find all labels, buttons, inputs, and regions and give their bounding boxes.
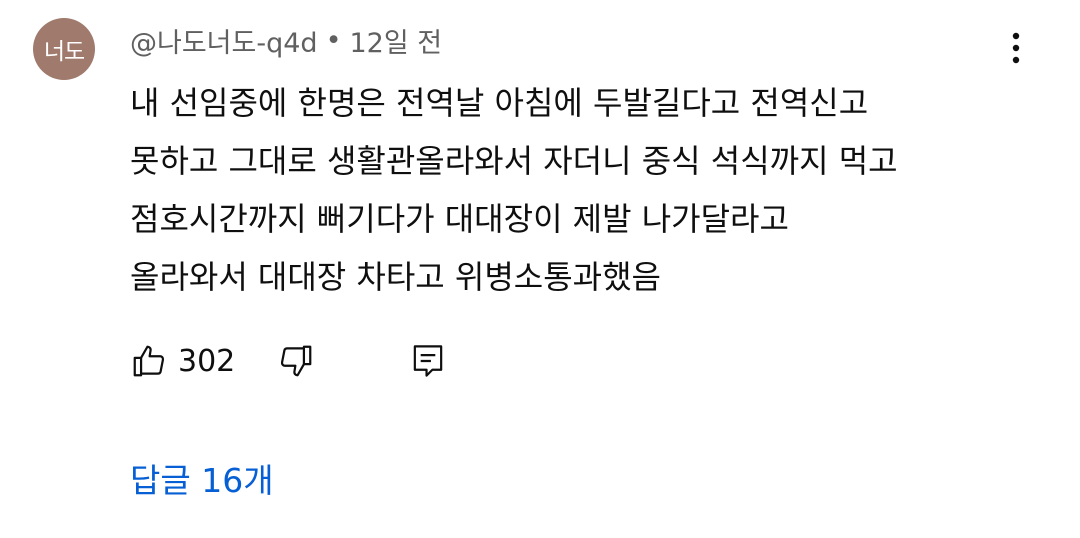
meta-separator: •: [325, 24, 342, 56]
comment-line: 점호시간까지 뻐기다가 대대장이 제발 나가달라고: [130, 200, 789, 238]
avatar-initials: 너도: [43, 39, 85, 65]
comment-body: 내 선임중에 한명은 전역날 아침에 두발길다고 전역신고 못하고 그대로 생활…: [130, 74, 1030, 306]
comment-timestamp[interactable]: 12일 전: [350, 21, 443, 60]
comment-actions: 302: [128, 338, 449, 384]
comment-line: 올라와서 대대장 차타고 위병소통과했음: [130, 258, 661, 296]
like-count: 302: [178, 343, 236, 379]
more-options-button[interactable]: [1000, 28, 1032, 68]
comment-reply-icon: [414, 345, 443, 377]
dislike-button[interactable]: [275, 340, 317, 382]
comment-line: 못하고 그대로 생활관올라와서 자더니 중식 석식까지 먹고: [130, 142, 898, 180]
more-vert-icon: [1012, 32, 1020, 64]
comment-header: @나도너도-q4d • 12일 전: [130, 20, 442, 60]
author-name[interactable]: @나도너도-q4d: [130, 21, 318, 60]
avatar[interactable]: 너도: [33, 18, 95, 80]
thumb-up-icon: [133, 345, 165, 377]
reply-button[interactable]: [407, 340, 449, 382]
comment-line: 내 선임중에 한명은 전역날 아침에 두발길다고 전역신고: [130, 84, 869, 122]
view-replies-link[interactable]: 답글 16개: [130, 454, 274, 502]
thumb-down-icon: [281, 345, 312, 377]
comment-item: 너도 @나도너도-q4d • 12일 전 내 선임중에 한명은 전역날 아침에 …: [0, 0, 1080, 538]
like-button[interactable]: [128, 340, 170, 382]
